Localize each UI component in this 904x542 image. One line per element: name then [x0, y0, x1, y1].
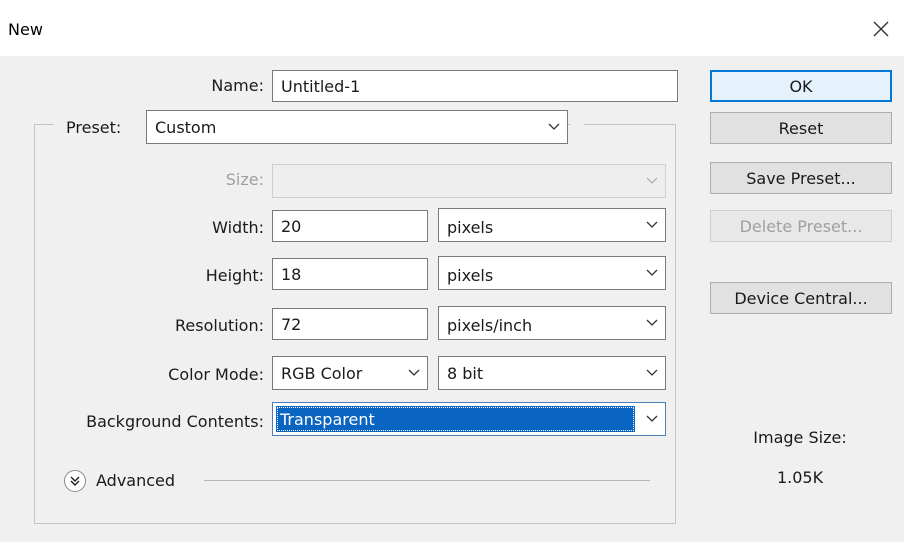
width-unit-select[interactable]: pixels	[438, 208, 666, 242]
resolution-label: Resolution:	[175, 316, 264, 335]
save-preset-button[interactable]: Save Preset...	[710, 162, 892, 194]
advanced-divider	[204, 480, 650, 481]
name-field[interactable]: Untitled-1	[272, 70, 678, 102]
bit-depth-value: 8 bit	[447, 363, 484, 383]
delete-preset-button[interactable]: Delete Preset...	[710, 210, 892, 242]
chevron-down-icon	[639, 307, 665, 339]
preset-label: Preset:	[66, 118, 122, 137]
resolution-unit-select[interactable]: pixels/inch	[438, 306, 666, 340]
resolution-field[interactable]: 72	[272, 308, 428, 340]
preset-select[interactable]: Custom	[146, 110, 568, 144]
size-select[interactable]	[272, 164, 666, 198]
height-label: Height:	[205, 266, 264, 285]
reset-button[interactable]: Reset	[710, 112, 892, 144]
name-label: Name:	[211, 76, 264, 95]
double-chevron-down-icon	[70, 476, 80, 486]
color-mode-select[interactable]: RGB Color	[272, 356, 428, 390]
chevron-down-icon	[639, 165, 665, 197]
image-size-label: Image Size:	[753, 428, 847, 447]
size-select-value	[281, 179, 639, 183]
width-field[interactable]: 20	[272, 210, 428, 242]
background-contents-select[interactable]: Transparent	[272, 402, 666, 436]
bit-depth-select[interactable]: 8 bit	[438, 356, 666, 390]
preset-select-value: Custom	[155, 117, 217, 137]
window-title: New	[8, 20, 43, 39]
name-field-value: Untitled-1	[281, 76, 361, 96]
chevron-down-icon	[401, 357, 427, 389]
device-central-button[interactable]: Device Central...	[710, 282, 892, 314]
background-contents-value: Transparent	[280, 409, 375, 429]
advanced-toggle-button[interactable]	[64, 470, 86, 492]
close-icon	[873, 21, 889, 37]
chevron-down-icon	[639, 403, 665, 435]
background-contents-label: Background Contents:	[86, 412, 264, 431]
title-bar: New	[0, 0, 904, 56]
color-mode-value: RGB Color	[281, 363, 363, 383]
image-size-value: 1.05K	[776, 468, 824, 487]
height-unit-value: pixels	[447, 265, 494, 285]
close-button[interactable]	[864, 12, 898, 46]
resolution-unit-value: pixels/inch	[447, 315, 533, 335]
resolution-field-value: 72	[281, 314, 302, 334]
chevron-down-icon	[541, 111, 567, 143]
advanced-label[interactable]: Advanced	[96, 471, 175, 490]
ok-button[interactable]: OK	[710, 70, 892, 102]
width-field-value: 20	[281, 216, 302, 236]
height-unit-select[interactable]: pixels	[438, 256, 666, 290]
height-field[interactable]: 18	[272, 258, 428, 290]
width-unit-value: pixels	[447, 217, 494, 237]
color-mode-label: Color Mode:	[168, 365, 264, 384]
height-field-value: 18	[281, 264, 302, 284]
width-label: Width:	[212, 218, 264, 237]
chevron-down-icon	[639, 257, 665, 289]
size-label: Size:	[225, 170, 264, 189]
chevron-down-icon	[639, 357, 665, 389]
background-contents-selected: Transparent	[276, 406, 635, 432]
chevron-down-icon	[639, 209, 665, 241]
